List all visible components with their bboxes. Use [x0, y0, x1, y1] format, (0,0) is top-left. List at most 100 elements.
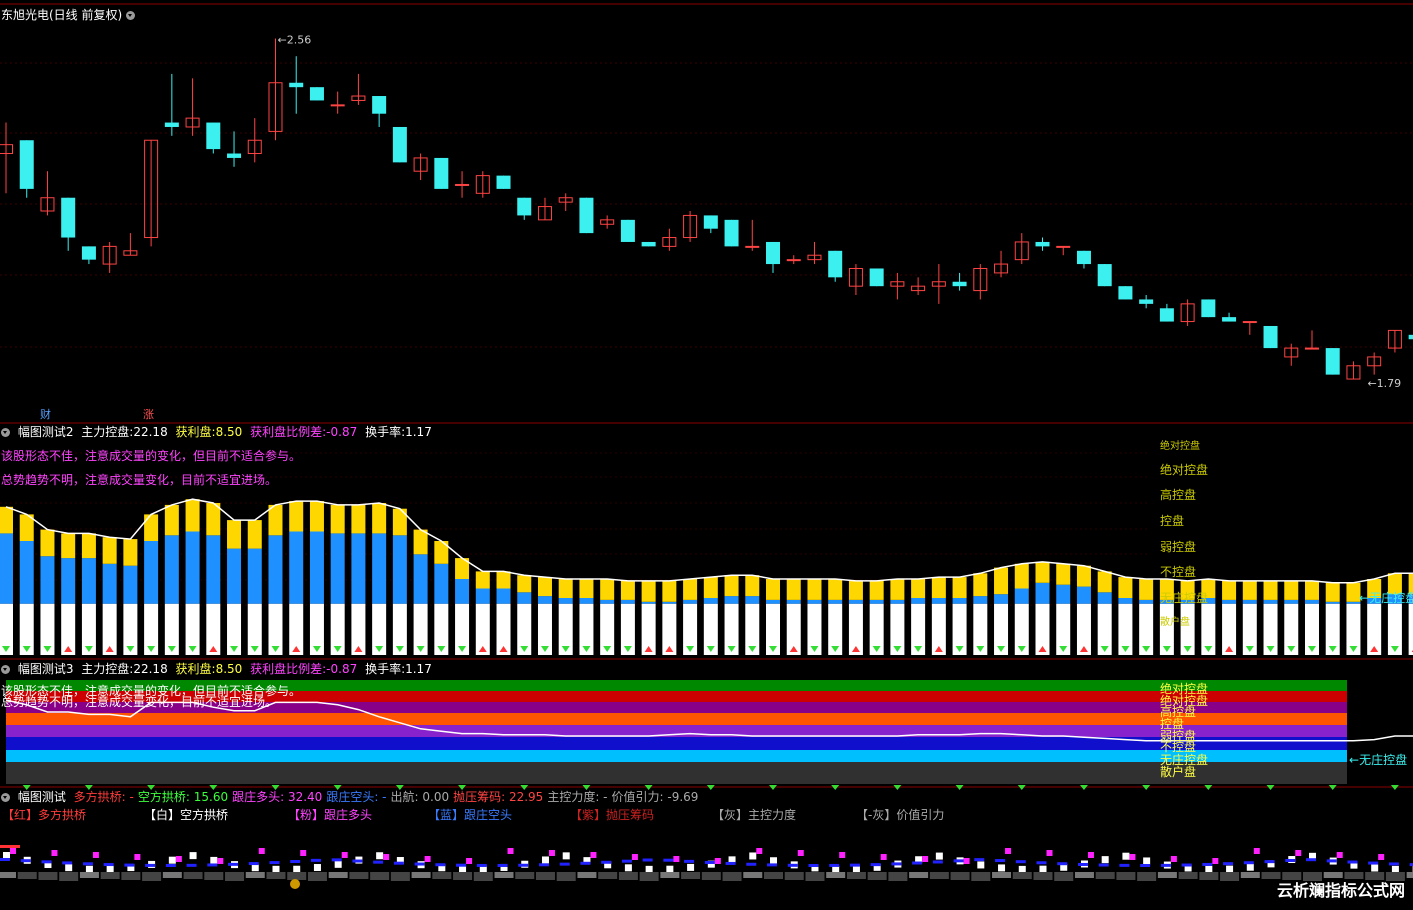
p3-item2-value: -0.87	[326, 662, 357, 676]
bar-blue	[579, 598, 593, 604]
gray-bar	[1054, 872, 1073, 881]
blue-dot	[373, 861, 383, 864]
gray-bar	[204, 872, 223, 880]
white-dot	[563, 852, 570, 859]
bar-blue	[455, 579, 469, 604]
p2-item2-label: 获利盘比例差:	[250, 425, 326, 439]
gray-bar	[847, 872, 866, 879]
bar-yellow	[372, 503, 386, 533]
p2-level-1: 绝对控盘	[1160, 461, 1208, 478]
gray-bar	[557, 872, 576, 881]
blue-dot	[104, 863, 114, 866]
panel3-name[interactable]: 幅图测试3	[18, 662, 74, 676]
blue-dot	[850, 864, 860, 867]
bar-yellow	[82, 533, 96, 558]
gray-bar	[723, 872, 742, 881]
white-dot	[770, 857, 777, 864]
pink-dot	[1254, 848, 1260, 854]
p3-level-7: 散户盘	[1160, 763, 1196, 780]
p4-legend-1: 【白】空方拱桥	[144, 808, 228, 822]
panel2-dropdown-icon[interactable]	[1, 428, 10, 437]
p4-item-1: 空方拱桥: 15.60	[138, 790, 228, 804]
bar-yellow	[849, 581, 863, 600]
panel4-name[interactable]: 幅图测试	[18, 790, 66, 804]
gray-bar	[660, 872, 679, 878]
white-dot	[272, 866, 279, 873]
bar-yellow	[600, 579, 614, 600]
watermark: 云析斓指标公式网	[1277, 877, 1405, 901]
pink-dot	[466, 858, 472, 864]
white-dot	[1226, 866, 1233, 873]
gray-bar	[1179, 872, 1198, 879]
blue-dot	[1410, 863, 1413, 866]
p3-item1-value: 8.50	[216, 662, 243, 676]
white-dot	[977, 861, 984, 868]
bar-blue	[1056, 585, 1070, 604]
bar-yellow	[331, 505, 345, 534]
pink-dot	[1005, 848, 1011, 854]
blue-dot	[643, 858, 653, 861]
panel4-dropdown-icon[interactable]	[1, 793, 10, 802]
bar-blue	[1077, 587, 1091, 604]
bar-blue	[1284, 600, 1298, 604]
candle-body-down	[1077, 251, 1091, 264]
stock-title: 东旭光电(日线 前复权)	[1, 8, 138, 22]
blue-dot	[83, 862, 93, 865]
blue-dot	[684, 860, 694, 863]
bar-yellow	[351, 505, 365, 534]
white-dot	[1143, 857, 1150, 864]
bar-blue	[683, 600, 697, 604]
blue-dot	[726, 862, 736, 865]
bar-blue	[0, 533, 13, 603]
pink-dot	[217, 858, 223, 864]
blue-dot	[62, 861, 72, 864]
bar-yellow	[497, 571, 511, 588]
bar-yellow	[517, 575, 531, 592]
gray-bar	[909, 872, 928, 878]
candle-body-down	[82, 246, 96, 259]
candle-body-down	[1201, 299, 1215, 317]
p2-level-6: 无庄控盘	[1160, 589, 1208, 606]
blue-dot	[1037, 861, 1047, 864]
white-dot	[1392, 866, 1399, 873]
blue-dot	[1223, 862, 1233, 865]
bar-yellow	[994, 568, 1008, 595]
candle-body-down	[1326, 348, 1340, 375]
pink-dot	[590, 852, 596, 858]
blue-dot	[1057, 862, 1067, 865]
bar-blue	[870, 600, 884, 604]
panel2-name[interactable]: 幅图测试2	[18, 425, 74, 439]
bar-blue	[61, 558, 75, 604]
candle-body-down	[1160, 308, 1174, 321]
white-dot	[853, 866, 860, 873]
title-dropdown-icon[interactable]	[126, 11, 135, 20]
gray-bar	[163, 872, 182, 878]
blue-dot	[21, 859, 31, 862]
gray-bar	[930, 872, 949, 879]
p2-level-7: 散户盘	[1160, 613, 1190, 628]
gray-bar	[640, 872, 659, 881]
bar-blue	[559, 598, 573, 604]
blue-dot	[41, 860, 51, 863]
marker-zhang: 涨	[143, 408, 154, 421]
gray-bar	[702, 872, 721, 880]
bar-yellow	[828, 579, 842, 600]
bar-yellow	[1284, 581, 1298, 600]
blue-dot	[477, 864, 487, 867]
candle-body-down	[289, 83, 303, 87]
pink-dot	[1047, 850, 1053, 856]
bar-yellow	[310, 501, 324, 531]
candle-body-down	[1118, 286, 1132, 299]
bar-yellow	[248, 520, 262, 549]
candle-body-down	[579, 198, 593, 233]
gray-bar	[329, 872, 348, 878]
gray-bar	[412, 872, 431, 878]
candle-body-down	[1222, 317, 1236, 321]
bar-blue	[103, 564, 117, 604]
panel3-dropdown-icon[interactable]	[1, 665, 10, 674]
candle-body-down	[227, 154, 241, 158]
blue-dot	[601, 861, 611, 864]
bar-yellow	[932, 577, 946, 598]
candle-body-down	[766, 242, 780, 264]
bar-yellow	[268, 505, 282, 535]
